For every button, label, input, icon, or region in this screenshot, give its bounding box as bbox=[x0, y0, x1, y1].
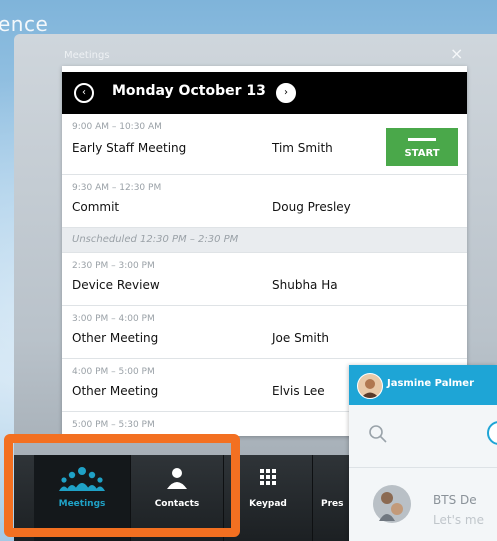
meeting-row[interactable]: 3:00 PM – 4:00 PM Other Meeting Joe Smit… bbox=[62, 306, 467, 359]
meeting-title: Early Staff Meeting bbox=[72, 141, 187, 155]
chat-item-preview: Let's me bbox=[433, 513, 484, 527]
divider bbox=[349, 467, 497, 468]
highlight-box bbox=[4, 434, 240, 537]
search-icon[interactable] bbox=[367, 423, 389, 450]
avatar[interactable] bbox=[357, 373, 383, 399]
chat-user-name: Jasmine Palmer bbox=[387, 378, 475, 389]
meeting-title: Other Meeting bbox=[72, 384, 159, 398]
meeting-time: 5:00 PM – 5:30 PM bbox=[72, 420, 155, 430]
meeting-host: Doug Presley bbox=[272, 200, 351, 214]
previous-day-icon[interactable]: ‹ bbox=[74, 83, 94, 103]
group-avatar bbox=[373, 485, 411, 523]
meeting-host: Shubha Ha bbox=[272, 278, 338, 292]
meeting-time: 4:00 PM – 5:00 PM bbox=[72, 367, 155, 377]
date-bar: ‹ Monday October 13 › bbox=[62, 72, 467, 114]
meeting-time: 9:00 AM – 10:30 AM bbox=[72, 122, 162, 132]
start-meeting-button[interactable]: START bbox=[386, 128, 458, 166]
meeting-host: Joe Smith bbox=[272, 331, 330, 345]
meeting-title: Commit bbox=[72, 200, 120, 214]
date-label: Monday October 13 bbox=[112, 83, 266, 99]
meeting-time: 9:30 AM – 12:30 PM bbox=[72, 183, 162, 193]
meeting-time: 3:00 PM – 4:00 PM bbox=[72, 314, 155, 324]
unscheduled-slot: Unscheduled 12:30 PM – 2:30 PM bbox=[62, 228, 467, 253]
meeting-time: 2:30 PM – 3:00 PM bbox=[72, 261, 155, 271]
chat-panel: Jasmine Palmer BTS De Let's me bbox=[349, 365, 497, 541]
meeting-host: Tim Smith bbox=[272, 141, 333, 155]
app-brand-text: ence bbox=[0, 12, 49, 36]
chat-item-title[interactable]: BTS De bbox=[433, 493, 477, 507]
meeting-row[interactable]: 2:30 PM – 3:00 PM Device Review Shubha H… bbox=[62, 253, 467, 306]
status-indicator bbox=[487, 421, 497, 445]
meeting-title: Other Meeting bbox=[72, 331, 159, 345]
unscheduled-label: Unscheduled 12:30 PM – 2:30 PM bbox=[72, 234, 239, 245]
next-day-icon[interactable]: › bbox=[276, 83, 296, 103]
meeting-host: Elvis Lee bbox=[272, 384, 325, 398]
meetings-window-title: Meetings bbox=[64, 50, 110, 61]
close-icon[interactable]: × bbox=[450, 44, 463, 63]
chat-header: Jasmine Palmer bbox=[349, 365, 497, 405]
meeting-row[interactable]: 9:30 AM – 12:30 PM Commit Doug Presley bbox=[62, 175, 467, 228]
meeting-title: Device Review bbox=[72, 278, 160, 292]
